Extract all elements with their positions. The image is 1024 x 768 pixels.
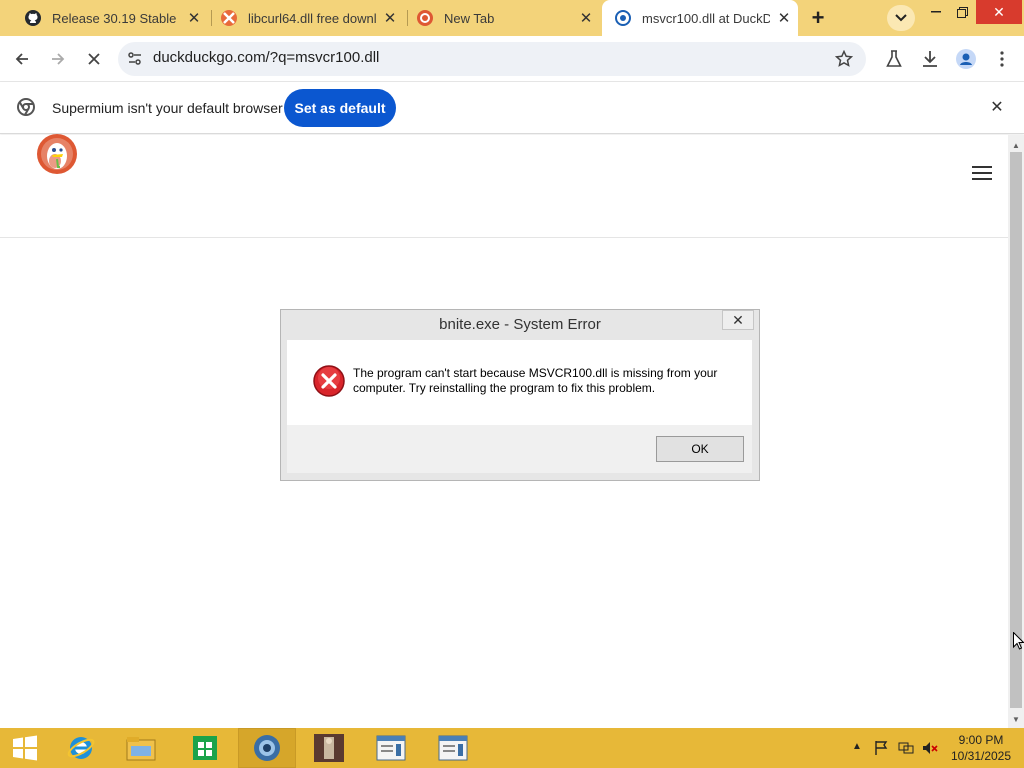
supermium-icon <box>254 735 280 761</box>
scroll-down-icon[interactable]: ▼ <box>1008 712 1024 726</box>
close-icon: ✕ <box>732 311 744 328</box>
screen: Release 30.19 Stable · yu ✕ libcurl64.dl… <box>0 0 1024 768</box>
clock-date: 10/31/2025 <box>950 749 1012 763</box>
dll-site-icon <box>220 9 238 27</box>
volume-muted-icon[interactable] <box>922 740 938 759</box>
star-icon <box>835 50 853 67</box>
taskbar-window-app-2[interactable] <box>424 728 482 768</box>
site-info-icon[interactable] <box>126 50 144 68</box>
labs-button[interactable] <box>880 45 908 73</box>
tab-close-icon[interactable]: ✕ <box>382 10 398 27</box>
stop-loading-button[interactable] <box>80 45 108 73</box>
taskbar-clock[interactable]: 9:00 PM 10/31/2025 <box>946 732 1016 764</box>
tab-release[interactable]: Release 30.19 Stable · yu ✕ <box>0 0 210 36</box>
back-arrow-icon <box>15 53 28 65</box>
tab-close-icon[interactable]: ✕ <box>578 10 594 27</box>
back-button[interactable] <box>8 45 36 73</box>
tab-libcurl[interactable]: libcurl64.dll free downlo ✕ <box>212 0 406 36</box>
header-divider <box>0 237 1008 238</box>
new-tab-button[interactable]: + <box>804 4 832 32</box>
window-app-icon <box>376 735 406 761</box>
dialog-close-button[interactable]: ✕ <box>722 310 754 330</box>
infobar-close-icon[interactable]: ✕ <box>988 98 1006 116</box>
dialog-message: The program can't start because MSVCR100… <box>353 366 718 395</box>
tab-title: Release 30.19 Stable · yu <box>52 10 180 26</box>
restore-button[interactable] <box>950 0 974 24</box>
avatar-icon <box>956 49 976 69</box>
address-text[interactable]: duckduckgo.com/?q=msvcr100.dll <box>153 49 379 66</box>
taskbar-supermium[interactable] <box>238 728 296 768</box>
dialog-title: bnite.exe - System Error <box>439 316 601 333</box>
bookmark-button[interactable] <box>830 45 858 73</box>
tab-title: New Tab <box>444 10 495 26</box>
windows-logo-icon <box>13 735 37 761</box>
chromium-icon <box>17 98 35 116</box>
duckduckgo-icon <box>416 9 434 27</box>
close-window-button[interactable]: ✕ <box>976 0 1022 24</box>
profile-button[interactable] <box>952 45 980 73</box>
taskbar-game-app[interactable] <box>300 728 358 768</box>
restore-icon <box>956 6 968 18</box>
infobar-message: Supermium isn't your default browser <box>52 100 283 116</box>
store-icon <box>193 736 217 760</box>
tab-title: libcurl64.dll free downlo <box>248 10 376 26</box>
game-app-icon <box>314 734 344 762</box>
close-icon: ✕ <box>993 3 1005 20</box>
error-icon <box>313 365 345 397</box>
action-center-flag-icon[interactable] <box>874 740 888 759</box>
clock-time: 9:00 PM <box>958 733 1004 747</box>
menu-button[interactable] <box>988 45 1016 73</box>
set-as-default-button[interactable]: Set as default <box>284 89 396 127</box>
flask-icon <box>886 50 902 67</box>
scroll-up-icon[interactable]: ▲ <box>1008 138 1024 152</box>
forward-button[interactable] <box>44 45 72 73</box>
forward-arrow-icon <box>52 53 65 65</box>
duckduckgo-logo[interactable] <box>36 133 78 175</box>
tab-close-icon[interactable]: ✕ <box>776 10 792 27</box>
taskbar-window-app-1[interactable] <box>362 728 420 768</box>
download-icon <box>923 51 937 67</box>
kebab-menu-icon <box>1000 51 1004 67</box>
downloads-button[interactable] <box>916 45 944 73</box>
folder-icon <box>126 737 156 761</box>
taskbar-file-explorer[interactable] <box>112 728 170 768</box>
minimize-button[interactable] <box>924 0 948 24</box>
stop-icon <box>88 53 100 65</box>
start-button[interactable] <box>0 728 50 768</box>
duckduckgo-loading-icon <box>614 9 632 27</box>
tab-title: msvcr100.dll at DuckDu <box>642 10 770 26</box>
scrollbar-thumb[interactable] <box>1010 152 1022 708</box>
taskbar-internet-explorer[interactable] <box>52 728 110 768</box>
ok-button[interactable]: OK <box>656 436 744 462</box>
taskbar-store[interactable] <box>176 728 234 768</box>
internet-explorer-icon <box>67 737 95 759</box>
tab-new-tab[interactable]: New Tab ✕ <box>408 0 600 36</box>
chevron-down-icon <box>895 14 907 22</box>
tab-msvcr100[interactable]: msvcr100.dll at DuckDu ✕ <box>602 0 798 36</box>
mouse-cursor-icon <box>1013 631 1024 650</box>
window-app-icon <box>438 735 468 761</box>
minimize-icon <box>931 11 941 13</box>
show-hidden-icons[interactable]: ▲ <box>852 741 862 752</box>
tab-close-icon[interactable]: ✕ <box>186 10 202 27</box>
hamburger-menu-icon[interactable] <box>972 166 992 182</box>
github-icon <box>24 9 42 27</box>
network-icon[interactable] <box>898 740 914 759</box>
tab-search-button[interactable] <box>887 5 915 31</box>
